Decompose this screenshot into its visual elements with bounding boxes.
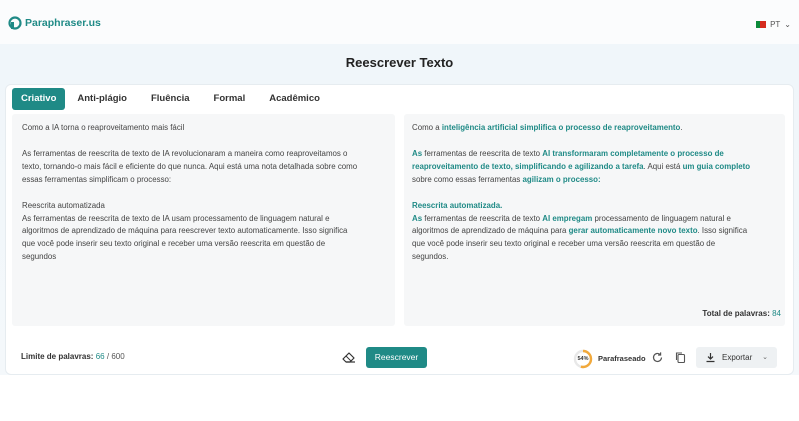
- paraphrased-percent: 54%: [577, 356, 589, 362]
- output-text: . Isso significa: [697, 226, 748, 236]
- output-line: Como a inteligência artificial simplific…: [412, 122, 777, 135]
- changed-text: agilizam o processo:: [522, 174, 601, 184]
- output-text: algoritmos de aprendizado de máquina par…: [412, 226, 569, 236]
- input-line: algoritmos de aprendizado de máquina par…: [22, 226, 348, 236]
- output-line: algoritmos de aprendizado de máquina par…: [412, 225, 777, 238]
- brand-name: Paraphraser.us: [25, 17, 101, 29]
- output-line: As ferramentas de reescrita de texto AI …: [412, 148, 777, 161]
- input-text-area[interactable]: Como a IA torna o reaproveitamento mais …: [12, 114, 395, 326]
- paraphraser-logo-icon: [8, 16, 22, 30]
- output-line: Reescrita automatizada.: [412, 200, 503, 210]
- word-limit-separator: /: [106, 352, 110, 361]
- eraser-icon[interactable]: [341, 350, 357, 364]
- changed-text: As: [412, 213, 423, 223]
- word-limit-used: 66: [95, 352, 105, 361]
- download-icon: [706, 353, 715, 363]
- language-code: PT: [770, 20, 781, 29]
- portugal-flag-icon: [756, 21, 767, 28]
- output-line: sobre como essas ferramentas agilizam o …: [412, 174, 777, 187]
- word-limit-label: Limite de palavras:: [21, 352, 94, 361]
- input-line: essas ferramentas simplificam o processo…: [22, 174, 172, 184]
- chevron-down-icon: ⌄: [762, 354, 768, 361]
- input-line: Reescrita automatizada: [22, 200, 105, 210]
- changed-text: AI empregam: [542, 213, 593, 223]
- changed-text: reaproveitamento de texto, simplificando…: [412, 161, 644, 171]
- changed-text: inteligência artificial simplifica o pro…: [441, 123, 681, 132]
- changed-text: gerar automaticamente novo texto: [568, 226, 698, 236]
- input-line: segundos: [22, 252, 57, 262]
- output-text: . Aqui está: [643, 161, 683, 171]
- tab-criativo[interactable]: Criativo: [12, 88, 66, 110]
- paraphrased-label: Parafraseado: [598, 354, 646, 363]
- total-words-label: Total de palavras:: [702, 309, 770, 318]
- export-button[interactable]: Exportar ⌄: [696, 347, 777, 368]
- output-text-area: Como a inteligência artificial simplific…: [404, 114, 785, 326]
- output-line: segundos.: [412, 252, 449, 262]
- output-line: reaproveitamento de texto, simplificando…: [412, 161, 777, 174]
- export-label: Exportar: [722, 353, 753, 362]
- input-line: Como a IA torna o reaproveitamento mais …: [22, 123, 185, 132]
- word-limit-max: 600: [111, 352, 125, 361]
- output-text: ferramentas de reescrita de texto: [422, 213, 543, 223]
- tab-fluencia[interactable]: Fluência: [139, 88, 202, 110]
- output-text: processamento de linguagem natural e: [592, 213, 731, 223]
- total-words-value: 84: [772, 309, 781, 318]
- rewrite-button[interactable]: Reescrever: [366, 347, 427, 368]
- input-line: texto, tornando-o mais fácil e eficiente…: [22, 161, 358, 171]
- input-line: que você pode inserir seu texto original…: [22, 239, 326, 249]
- input-line: As ferramentas de reescrita de texto de …: [22, 213, 330, 223]
- changed-text: um guia completo: [682, 161, 751, 171]
- output-text: ferramentas de reescrita de texto: [422, 148, 543, 158]
- output-text: Como a: [412, 123, 442, 132]
- refresh-icon[interactable]: [651, 351, 664, 364]
- input-line: As ferramentas de reescrita de texto de …: [22, 148, 348, 158]
- output-text: .: [680, 123, 683, 132]
- tab-anti-plagio[interactable]: Anti-plágio: [65, 88, 139, 110]
- language-selector[interactable]: PT ⌄: [756, 20, 791, 29]
- total-words: Total de palavras: 84: [702, 309, 781, 318]
- top-navbar: Paraphraser.us PT ⌄: [0, 0, 799, 44]
- tab-academico[interactable]: Acadêmico: [257, 88, 332, 110]
- brand-logo[interactable]: Paraphraser.us: [8, 16, 101, 30]
- changed-text: AI transformaram completamente o process…: [542, 148, 724, 158]
- changed-text: As: [412, 148, 423, 158]
- page-title: Reescrever Texto: [345, 55, 454, 70]
- chevron-down-icon: ⌄: [784, 20, 791, 29]
- mode-tabs: Criativo Anti-plágio Fluência Formal Aca…: [12, 87, 332, 111]
- output-text: sobre como essas ferramentas: [412, 174, 523, 184]
- word-limit: Limite de palavras: 66 / 600: [21, 352, 125, 361]
- tab-formal[interactable]: Formal: [202, 88, 258, 110]
- output-line: As ferramentas de reescrita de texto AI …: [412, 213, 777, 226]
- copy-icon[interactable]: [674, 351, 687, 364]
- output-line: que você pode inserir seu texto original…: [412, 239, 716, 249]
